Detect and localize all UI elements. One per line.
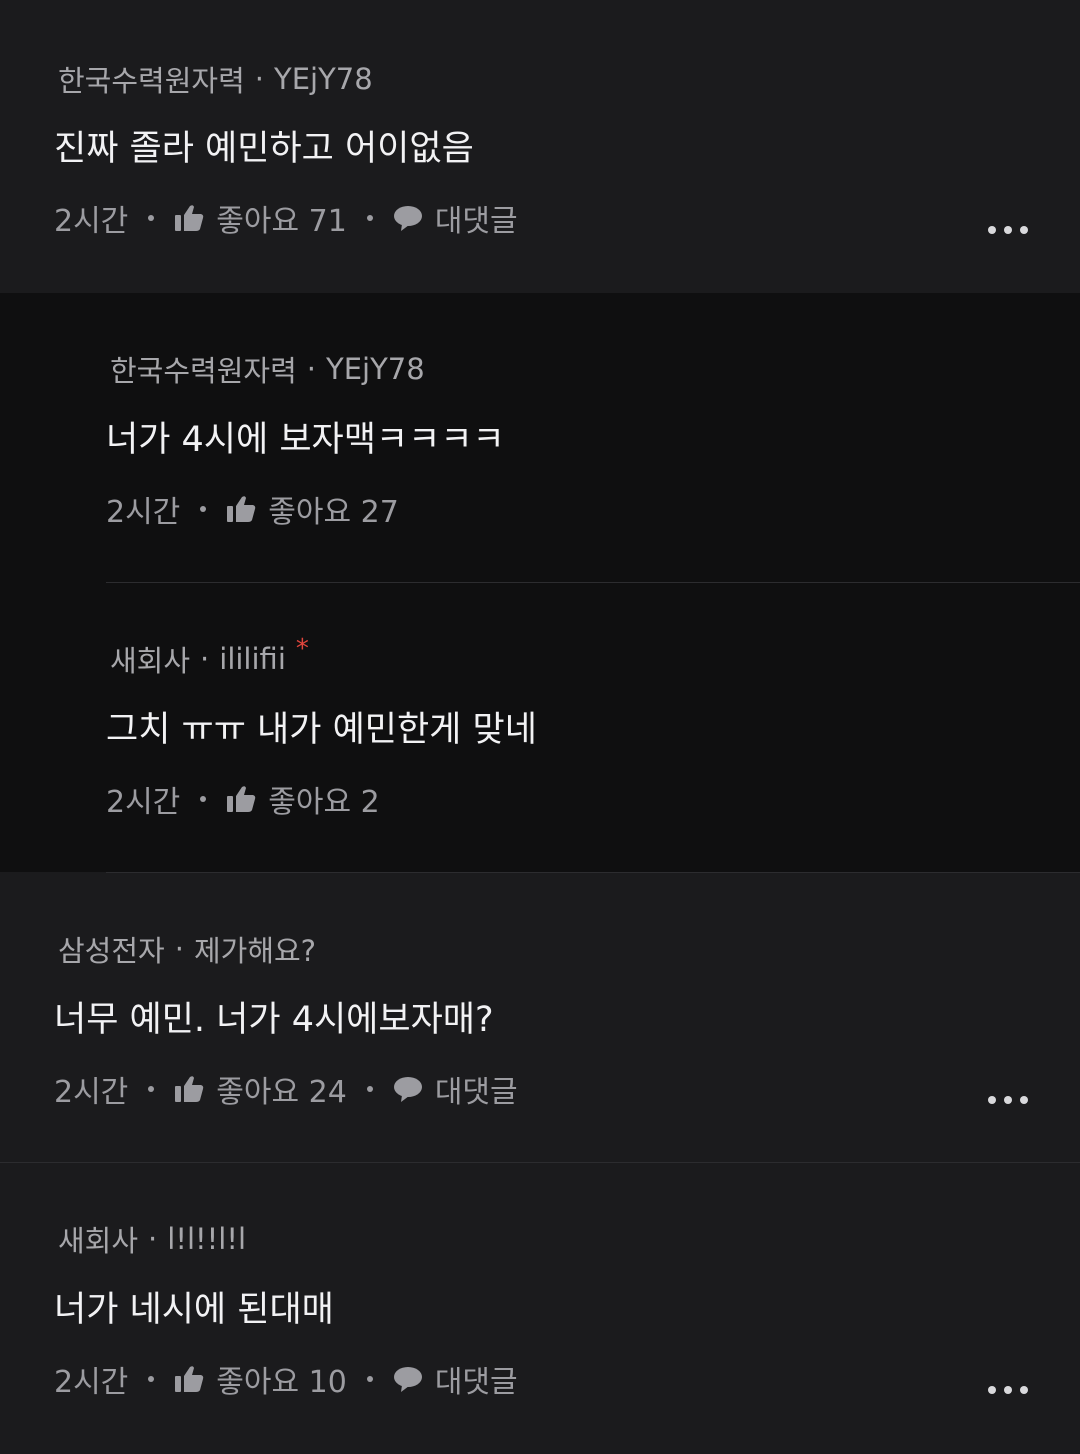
separator-dot <box>200 506 207 512</box>
separator-dot <box>200 796 207 802</box>
meta-separator: · <box>174 932 184 966</box>
comment-2: 삼성전자 · 제가해요? 너무 예민. 너가 4시에보자매? 2시간 좋아요 2… <box>0 873 1080 1162</box>
comment-actions: 2시간 좋아요 2 <box>106 777 380 821</box>
nickname[interactable]: l!l!!l!l <box>167 1222 246 1256</box>
separator-dot <box>148 215 155 221</box>
thumbs-up-icon[interactable] <box>226 495 256 523</box>
nickname[interactable]: 제가해요? <box>194 928 316 970</box>
comment-meta: 삼성전자 · 제가해요? <box>58 928 316 970</box>
timestamp: 2시간 <box>54 204 129 239</box>
more-dots-icon[interactable] <box>988 1095 1028 1105</box>
timestamp: 2시간 <box>106 495 181 530</box>
meta-separator: · <box>200 642 210 676</box>
nickname[interactable]: YEjY78 <box>274 62 373 96</box>
comment-actions: 2시간 좋아요 10 대댓글 <box>54 1357 518 1401</box>
meta-separator: · <box>254 62 264 96</box>
company-name: 새회사 <box>110 644 191 678</box>
meta-separator: · <box>306 352 316 386</box>
comment-actions: 2시간 좋아요 27 <box>106 487 399 531</box>
comment-meta: 한국수력원자력 · YEjY78 <box>110 348 425 390</box>
reply-button[interactable]: 대댓글 <box>435 196 518 240</box>
separator-dot <box>366 1086 373 1092</box>
reply-2: 새회사 · ililifii * 그치 ㅠㅠ 내가 예민한게 맞네 2시간 좋아… <box>0 583 1080 872</box>
nickname[interactable]: ililifii <box>219 642 286 676</box>
more-dots-icon[interactable] <box>988 225 1028 235</box>
meta-separator: · <box>148 1222 158 1256</box>
comment-text: 그치 ㅠㅠ 내가 예민한게 맞네 <box>106 710 537 750</box>
like-count[interactable]: 좋아요 2 <box>268 777 379 821</box>
company-name: 새회사 <box>58 1224 139 1258</box>
comment-meta: 새회사 · l!l!!l!l <box>58 1218 246 1260</box>
like-count[interactable]: 좋아요 27 <box>268 487 399 531</box>
reply-button[interactable]: 대댓글 <box>435 1067 518 1111</box>
separator-dot <box>148 1376 155 1382</box>
speech-bubble-icon[interactable] <box>393 204 423 232</box>
comment-1: 한국수력원자력 · YEjY78 진짜 졸라 예민하고 어이없음 2시간 좋아요… <box>0 0 1080 292</box>
company-name: 삼성전자 <box>58 934 165 968</box>
like-count[interactable]: 좋아요 24 <box>216 1067 347 1111</box>
reply-1: 한국수력원자력 · YEjY78 너가 4시에 보자맥ㅋㅋㅋㅋ 2시간 좋아요 … <box>0 293 1080 582</box>
thumbs-up-icon[interactable] <box>174 1365 204 1393</box>
speech-bubble-icon[interactable] <box>393 1075 423 1103</box>
comment-text: 너무 예민. 너가 4시에보자매? <box>54 1000 494 1040</box>
comment-text: 진짜 졸라 예민하고 어이없음 <box>54 129 474 169</box>
speech-bubble-icon[interactable] <box>393 1365 423 1393</box>
nickname[interactable]: YEjY78 <box>326 352 425 386</box>
like-count[interactable]: 좋아요 71 <box>216 196 347 240</box>
comment-text: 너가 4시에 보자맥ㅋㅋㅋㅋ <box>106 420 505 460</box>
comment-text: 너가 네시에 된대매 <box>54 1290 334 1330</box>
thumbs-up-icon[interactable] <box>226 785 256 813</box>
thumbs-up-icon[interactable] <box>174 204 204 232</box>
separator-dot <box>148 1086 155 1092</box>
comment-meta: 한국수력원자력 · YEjY78 <box>58 58 373 100</box>
separator-dot <box>366 215 373 221</box>
comment-3: 새회사 · l!l!!l!l 너가 네시에 된대매 2시간 좋아요 10 대댓글 <box>0 1163 1080 1454</box>
timestamp: 2시간 <box>54 1365 129 1400</box>
thumbs-up-icon[interactable] <box>174 1075 204 1103</box>
company-name: 한국수력원자력 <box>58 64 245 98</box>
reply-button[interactable]: 대댓글 <box>435 1357 518 1401</box>
comment-meta: 새회사 · ililifii * <box>110 634 309 680</box>
comment-actions: 2시간 좋아요 71 대댓글 <box>54 196 518 240</box>
like-count[interactable]: 좋아요 10 <box>216 1357 347 1401</box>
separator-dot <box>366 1376 373 1382</box>
more-dots-icon[interactable] <box>988 1385 1028 1395</box>
comment-actions: 2시간 좋아요 24 대댓글 <box>54 1067 518 1111</box>
timestamp: 2시간 <box>106 785 181 820</box>
timestamp: 2시간 <box>54 1075 129 1110</box>
author-mark: * <box>295 634 309 664</box>
company-name: 한국수력원자력 <box>110 354 297 388</box>
